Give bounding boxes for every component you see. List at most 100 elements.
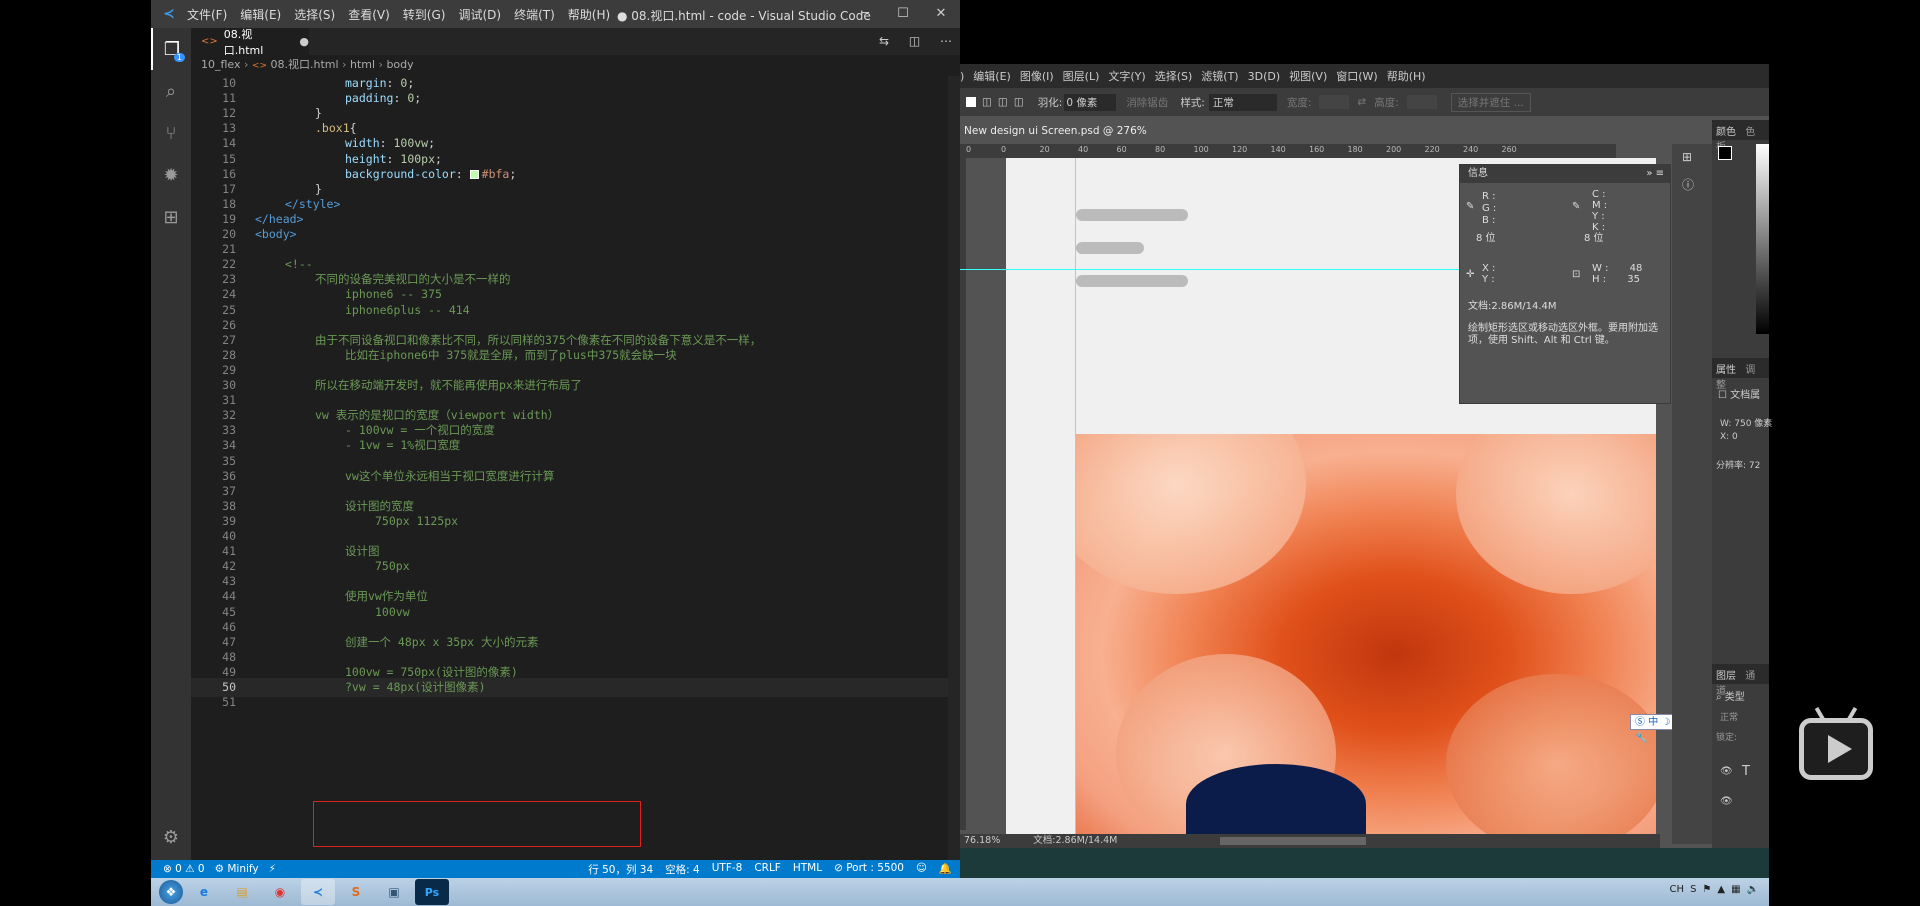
network-icon[interactable]: ▦ — [1731, 884, 1740, 895]
ps-menu-item[interactable]: 3D(D) — [1248, 70, 1281, 83]
eol-status[interactable]: CRLF — [754, 862, 781, 877]
eye-icon[interactable]: 👁 — [1720, 766, 1733, 777]
ruler-tick-label: 180 — [1347, 145, 1363, 154]
horizontal-scrollbar[interactable] — [1220, 836, 1367, 845]
explorer-icon[interactable]: ❐ 1 — [151, 28, 191, 70]
eye-icon[interactable]: 👁 — [1720, 796, 1733, 807]
selection-new-icon[interactable] — [966, 97, 976, 107]
tool-icon[interactable]: ⊞ — [1682, 150, 1702, 164]
volume-icon[interactable]: 🔈 — [1747, 884, 1759, 895]
minimize-icon[interactable]: ─ — [846, 0, 884, 28]
selection-intersect-icon[interactable]: ◫ — [1014, 96, 1024, 108]
blend-mode-select[interactable]: 正常 — [1720, 710, 1738, 723]
editor-scrollbar[interactable] — [948, 76, 960, 860]
menu-item[interactable]: 查看(V) — [348, 8, 390, 22]
bell-icon[interactable]: 🔔 — [939, 862, 952, 877]
breadcrumb-folder[interactable]: 10_flex — [201, 58, 241, 71]
menu-item[interactable]: 编辑(E) — [240, 8, 281, 22]
ruler-tick-label: 20 — [1039, 145, 1050, 154]
ie-icon[interactable]: e — [187, 879, 221, 905]
tray-arrow-icon[interactable]: ▲ — [1717, 884, 1725, 895]
panel-collapse-icon[interactable]: » ≡ — [1646, 165, 1664, 183]
maximize-icon[interactable]: ☐ — [884, 0, 922, 28]
jellyfish-photo — [1076, 434, 1656, 834]
cursor-position[interactable]: 行 50，列 34 — [588, 862, 653, 877]
text-layer-icon[interactable]: T — [1742, 764, 1750, 779]
antialias-checkbox[interactable]: 消除锯齿 — [1126, 95, 1168, 110]
more-actions-icon[interactable]: ⋯ — [940, 34, 952, 48]
problems-status[interactable]: ⊗ 0 ⚠ 0 — [163, 863, 205, 875]
unsaved-dot-icon[interactable]: ● — [299, 35, 309, 48]
breadcrumb-html[interactable]: html — [350, 58, 375, 71]
style-select[interactable]: 正常 — [1208, 93, 1277, 111]
tray-flag-icon[interactable]: ⚑ — [1702, 884, 1711, 895]
settings-icon[interactable]: ⚙ — [151, 816, 191, 858]
tab-08-html[interactable]: <> 08.视口.html ● — [191, 28, 309, 57]
code-line[interactable]: 51 — [191, 693, 951, 712]
ps-menu-item[interactable]: 文字(Y) — [1108, 68, 1145, 84]
color-picker[interactable] — [1756, 144, 1769, 334]
breadcrumb-body[interactable]: body — [386, 58, 413, 71]
chrome-icon[interactable]: ◉ — [263, 879, 297, 905]
ps-document-tab[interactable]: New design ui Screen.psd @ 276%(RGB/8) × — [960, 120, 1172, 159]
ps-menu-item[interactable]: 帮助(H) — [1387, 68, 1426, 84]
ps-menu-item[interactable]: ) — [960, 70, 964, 83]
sogou-icon[interactable]: S — [1690, 884, 1696, 895]
encoding-status[interactable]: UTF-8 — [712, 862, 743, 877]
feather-input[interactable]: 0 像素 — [1064, 93, 1117, 111]
source-control-icon[interactable]: ⑂ — [151, 112, 191, 154]
ruler-tick-label: 0 — [1001, 145, 1007, 154]
menu-item[interactable]: 文件(F) — [187, 8, 227, 22]
zoom-level[interactable]: 76.18% — [964, 835, 1000, 846]
selection-subtract-icon[interactable]: ◫ — [998, 96, 1008, 108]
live-server-status[interactable]: ⊘ Port : 5500 — [834, 862, 904, 877]
sublime-icon[interactable]: S — [339, 879, 373, 905]
image-viewer-icon[interactable]: ▣ — [377, 879, 411, 905]
compare-icon[interactable]: ⇆ — [879, 34, 889, 48]
indent-status[interactable]: 空格: 4 — [665, 862, 700, 877]
height-input[interactable] — [1406, 95, 1437, 109]
swap-icon[interactable]: ⇄ — [1357, 96, 1366, 108]
minify-status[interactable]: ⚙ Minify — [215, 863, 259, 875]
language-indicator[interactable]: CH — [1670, 884, 1685, 895]
layer-filter[interactable]: ⌕ 类型 — [1716, 688, 1745, 703]
menu-item[interactable]: 调试(D) — [458, 8, 501, 22]
select-mask-button[interactable]: 选择并遮住 ... — [1450, 92, 1531, 112]
info-icon[interactable]: ⓘ — [1682, 176, 1702, 193]
guide-horizontal — [960, 269, 1460, 270]
extensions-icon[interactable]: ⊞ — [151, 196, 191, 238]
ps-status-bar: 76.18% 文档:2.86M/14.4M — [960, 834, 1660, 848]
lightning-icon[interactable]: ⚡ — [269, 863, 276, 875]
menu-item[interactable]: 选择(S) — [294, 8, 335, 22]
ps-menu-item[interactable]: 视图(V) — [1289, 68, 1327, 84]
menu-item[interactable]: 终端(T) — [514, 8, 555, 22]
search-icon[interactable]: ⌕ — [151, 70, 191, 112]
breadcrumb-file[interactable]: 08.视口.html — [271, 58, 339, 71]
start-button[interactable]: ❖ — [159, 880, 183, 904]
tab-layers[interactable]: 图层 — [1716, 671, 1736, 682]
ps-menu-item[interactable]: 窗口(W) — [1336, 68, 1377, 84]
explorer-folder-icon[interactable]: ▤ — [225, 879, 259, 905]
ps-menu-item[interactable]: 滤镜(T) — [1201, 68, 1238, 84]
ps-menu-item[interactable]: 图像(I) — [1020, 68, 1054, 84]
photoshop-taskbar-icon[interactable]: Ps — [415, 879, 449, 905]
foreground-swatch[interactable] — [1718, 146, 1732, 160]
code-editor[interactable]: 10 margin: 0; 11 padding: 0; 12} 13 .box1{14 wi… — [191, 76, 960, 860]
width-input[interactable] — [1319, 95, 1350, 109]
close-icon[interactable]: ✕ — [922, 0, 960, 28]
selection-add-icon[interactable]: ◫ — [982, 96, 992, 108]
split-editor-icon[interactable]: ◫ — [909, 34, 920, 48]
vscode-taskbar-icon[interactable]: ≺ — [301, 879, 335, 905]
ps-menu-item[interactable]: 选择(S) — [1155, 68, 1193, 84]
ps-menu-item[interactable]: 图层(L) — [1063, 68, 1100, 84]
menu-item[interactable]: 帮助(H) — [568, 8, 610, 22]
tab-color[interactable]: 颜色 — [1716, 127, 1736, 138]
feedback-icon[interactable]: ☺ — [916, 862, 927, 877]
menu-item[interactable]: 转到(G) — [403, 8, 446, 22]
tab-properties[interactable]: 属性 — [1716, 365, 1736, 376]
language-status[interactable]: HTML — [793, 862, 822, 877]
ps-menu-item[interactable]: 编辑(E) — [973, 68, 1011, 84]
info-g: G : — [1482, 203, 1497, 214]
debug-icon[interactable]: ✹ — [151, 154, 191, 196]
play-button-icon[interactable] — [1799, 706, 1873, 780]
